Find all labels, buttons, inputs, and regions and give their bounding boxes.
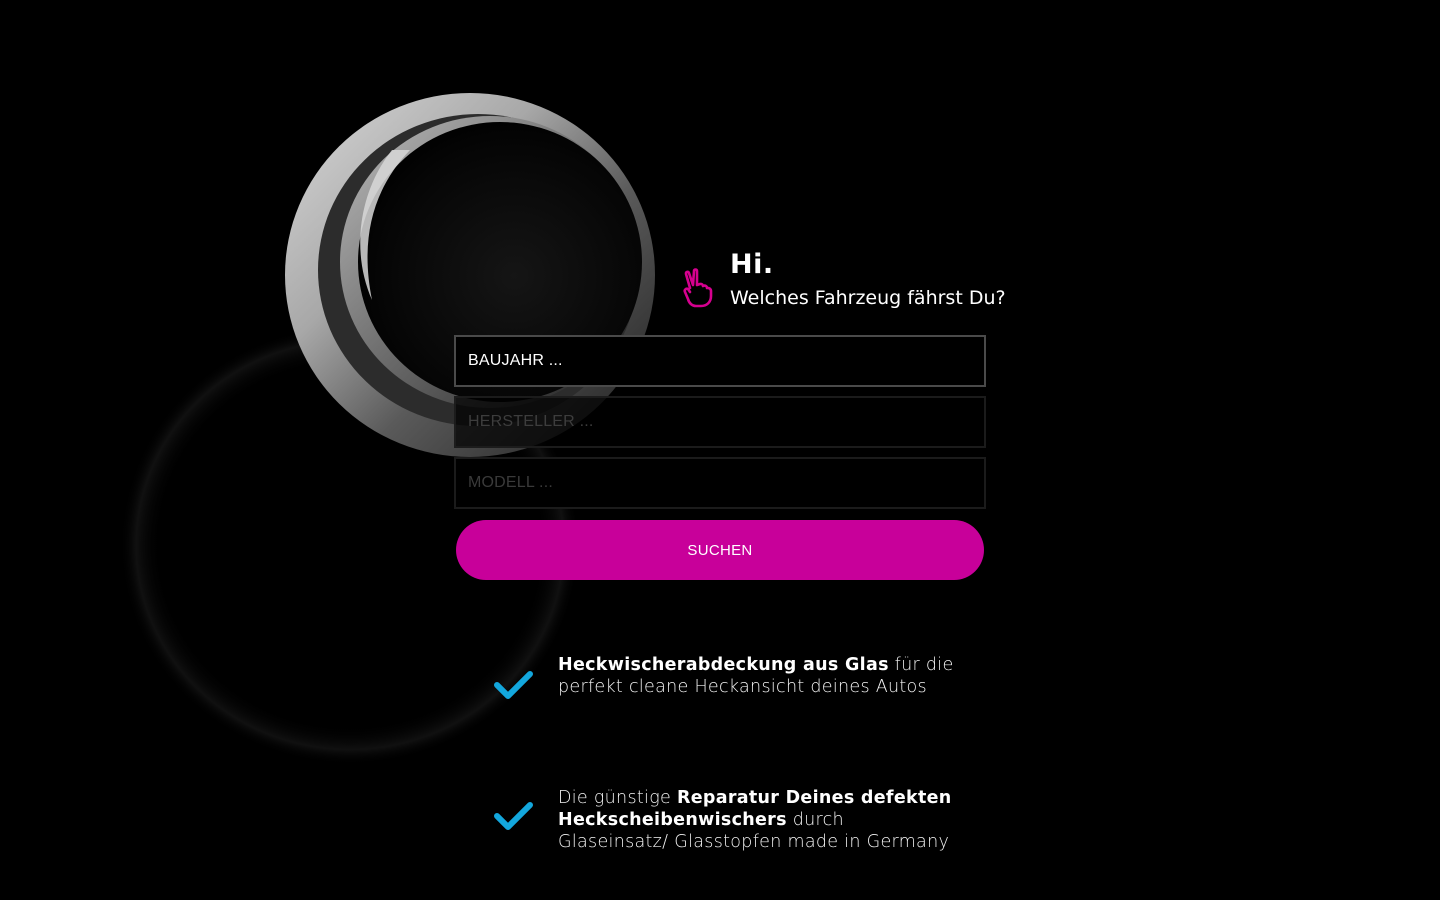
check-icon [494, 802, 533, 830]
hersteller-placeholder: HERSTELLER ... [468, 413, 594, 430]
modell-placeholder: MODELL ... [468, 474, 553, 491]
modell-select[interactable]: MODELL ... [454, 457, 986, 509]
check-icon [494, 671, 533, 699]
feature-text: Heckwischerabdeckung aus Glas für die pe… [558, 654, 958, 698]
search-button[interactable]: SUCHEN [456, 520, 984, 580]
greeting-subtitle: Welches Fahrzeug fährst Du? [730, 287, 1006, 309]
page: Hi. Welches Fahrzeug fährst Du? BAUJAHR … [0, 0, 1440, 900]
baujahr-select[interactable]: BAUJAHR ... [454, 335, 986, 387]
feature-plain-text: Die günstige [558, 788, 677, 808]
hersteller-select[interactable]: HERSTELLER ... [454, 396, 986, 448]
feature-text: Die günstige Reparatur Deines defekten H… [558, 787, 958, 853]
baujahr-placeholder: BAUJAHR ... [468, 352, 563, 369]
peace-hand-icon [683, 268, 713, 308]
feature-bold-text: Heckwischerabdeckung aus Glas [558, 655, 889, 675]
greeting-title: Hi. [730, 249, 774, 280]
background-ring-image [120, 93, 655, 765]
greeting: Hi. Welches Fahrzeug fährst Du? [676, 248, 1076, 318]
